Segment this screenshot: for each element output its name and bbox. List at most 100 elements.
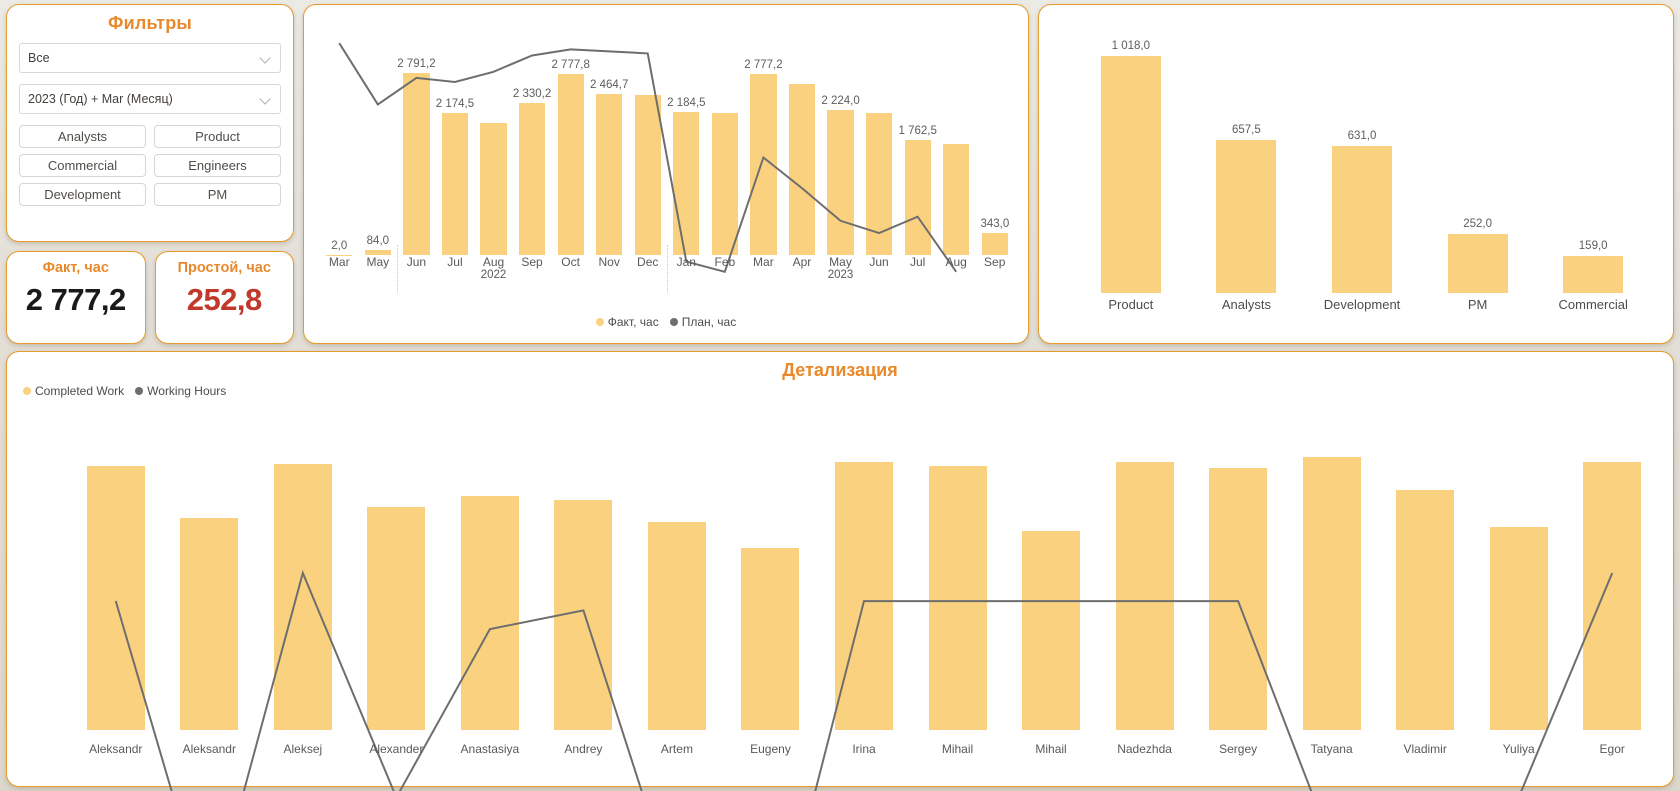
detail-legend[interactable]: Completed Work Working Hours [23,384,226,398]
bar[interactable] [596,94,623,255]
chip-development[interactable]: Development [19,183,146,206]
bar[interactable] [273,464,332,730]
legend-item-plan[interactable]: План, час [669,315,736,329]
monthly-legend[interactable]: Факт, час План, час [304,315,1028,329]
chip-analysts[interactable]: Analysts [19,125,146,148]
bar[interactable] [827,109,854,255]
bar[interactable] [866,112,893,255]
bar[interactable] [1209,467,1268,730]
x-tick-label: Mar [753,255,774,269]
bar-slot[interactable] [1472,414,1566,730]
bar-slot[interactable]: 657,5 [1189,25,1305,293]
bar[interactable] [1302,456,1361,730]
bar-slot[interactable] [1285,414,1379,730]
bar-slot[interactable]: 2 330,2 [513,33,552,255]
legend-item-fact[interactable]: Факт, час [595,315,659,329]
bar-slot[interactable]: 2 174,5 [436,33,475,255]
bar-slot[interactable]: 2 777,8 [551,33,590,255]
bar-slot[interactable] [706,33,745,255]
bar[interactable] [1100,55,1161,293]
x-tick-label: Egor [1599,742,1625,756]
chip-pm[interactable]: PM [154,183,281,206]
monthly-fact-plan-chart[interactable]: 2,0 84,0 2 791,2 2 174,5 2 330,2 2 777,8 2 464… [303,4,1029,344]
bar-slot[interactable]: 631,0 [1304,25,1420,293]
chip-commercial[interactable]: Commercial [19,154,146,177]
bar-slot[interactable] [724,414,818,730]
period-select[interactable]: 2023 (Год) + Mar (Месяц) [19,84,281,114]
bar-slot[interactable]: 2 224,0 [821,33,860,255]
bar[interactable] [647,521,706,730]
bar[interactable] [403,72,430,255]
bar-slot[interactable]: 1 018,0 [1073,25,1189,293]
bar[interactable] [943,144,970,255]
bar[interactable] [981,232,1008,255]
bar-slot[interactable]: 2 464,7 [590,33,629,255]
bar-slot[interactable] [629,33,668,255]
bar[interactable] [554,499,613,730]
bar-slot[interactable]: 2 777,2 [744,33,783,255]
bar-slot[interactable]: 1 762,5 [898,33,937,255]
bar-slot[interactable] [817,414,911,730]
bar[interactable] [904,139,931,255]
legend-label-working-hours: Working Hours [147,384,227,398]
bar-slot[interactable]: 2 184,5 [667,33,706,255]
bar-slot[interactable] [256,414,350,730]
bar[interactable] [1331,145,1393,293]
bar-slot[interactable]: 159,0 [1535,25,1651,293]
bar-slot[interactable] [163,414,257,730]
bar[interactable] [928,466,987,730]
bar-slot[interactable] [911,414,1005,730]
bar[interactable] [1583,462,1642,730]
bar-slot[interactable] [630,414,724,730]
bar[interactable] [1447,234,1508,293]
bar[interactable] [518,102,546,255]
bar[interactable] [1489,527,1548,730]
employee-detail-chart[interactable]: Детализация Completed Work Working Hours… [6,351,1674,787]
x-tick-label: Vladimir [1403,742,1447,756]
bar-slot[interactable]: 343,0 [976,33,1015,255]
bar-slot[interactable] [1566,414,1660,730]
bar[interactable] [711,112,739,255]
legend-item-completed-work[interactable]: Completed Work [23,384,124,398]
bar[interactable] [1396,490,1455,730]
bar-slot[interactable]: 2,0 [320,33,359,255]
bar[interactable] [835,462,893,730]
bar-slot[interactable] [69,414,163,730]
bar[interactable] [480,122,507,255]
bar-slot[interactable]: 252,0 [1420,25,1536,293]
legend-item-working-hours[interactable]: Working Hours [135,384,226,398]
bar-slot[interactable] [474,33,513,255]
bar[interactable] [750,73,777,255]
department-totals-chart[interactable]: 1 018,0 657,5 631,0 252,0 159,0 Product Analy… [1038,4,1674,344]
bar[interactable] [1216,139,1277,293]
bar[interactable] [460,495,519,730]
bar-slot[interactable] [1378,414,1472,730]
bar-slot[interactable] [860,33,899,255]
bar-slot[interactable] [350,414,444,730]
scope-select[interactable]: Все [19,43,281,73]
chip-engineers[interactable]: Engineers [154,154,281,177]
bar[interactable] [441,113,469,255]
bar[interactable] [1115,462,1174,730]
year-separator [667,245,668,293]
bar[interactable] [86,466,145,730]
bar[interactable] [557,73,584,255]
bar[interactable] [634,94,661,255]
bar-slot[interactable]: 2 791,2 [397,33,436,255]
bar[interactable] [788,83,816,255]
bar[interactable] [367,506,426,730]
bar-slot[interactable]: 84,0 [359,33,398,255]
bar[interactable] [1022,531,1081,730]
bar-slot[interactable] [1004,414,1098,730]
bar-slot[interactable] [1098,414,1192,730]
bar[interactable] [1563,255,1624,293]
bar-slot[interactable] [783,33,822,255]
bar-slot[interactable] [443,414,537,730]
bar-slot[interactable] [1191,414,1285,730]
bar-slot[interactable] [937,33,976,255]
bar-slot[interactable] [537,414,631,730]
chip-product[interactable]: Product [154,125,281,148]
bar[interactable] [180,518,239,730]
bar[interactable] [741,547,800,730]
bar[interactable] [673,112,700,255]
